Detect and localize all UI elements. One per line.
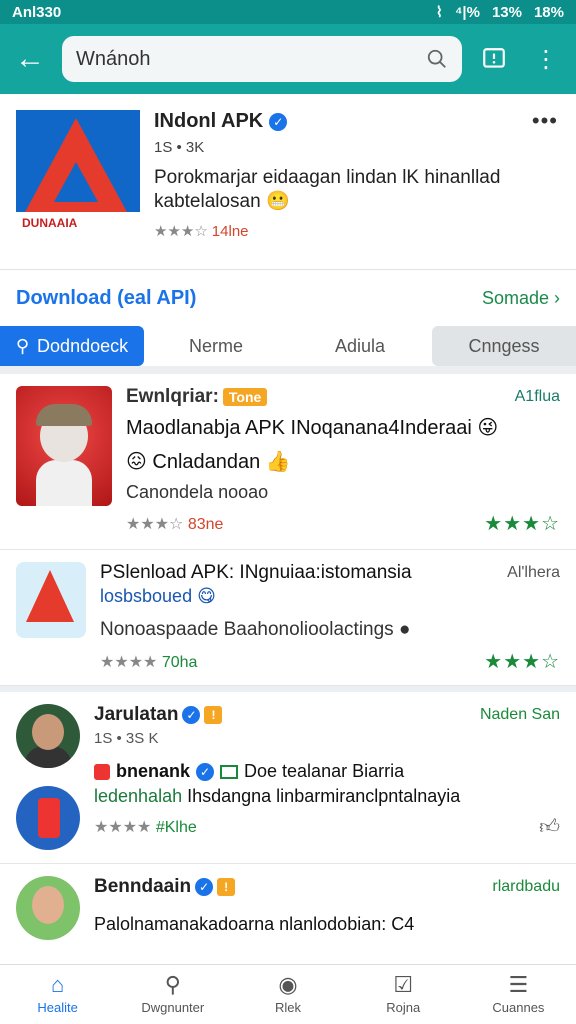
record-icon: ◉ <box>278 972 298 997</box>
app-thumbnail <box>16 562 86 638</box>
search-value: Wnánoh <box>76 47 151 70</box>
nav-reel[interactable]: ◉ Rlek <box>230 965 345 1024</box>
featured-app-card[interactable]: DUNAAIA INdonl APK ✓ 1S • 3K Porokmarjar… <box>0 94 576 270</box>
bottom-navigation: ⌂ Healite ⚲ Dwgnunter ◉ Rlek ☑ Rojna ☰ Cuanne… <box>0 964 576 1024</box>
post-author[interactable]: Jarulatan <box>94 704 178 726</box>
tab-bar: ⚲ Dodndoeck Nerme Adiula Cnngess <box>0 326 576 374</box>
menu-icon: ☰ <box>508 972 529 997</box>
search-icon: ⚲ <box>15 335 30 356</box>
star-icon: ★★★★ <box>94 819 152 836</box>
green-star-icon: ★★★☆ <box>484 513 560 535</box>
featured-title: INdonl APK <box>154 110 264 132</box>
post-card[interactable]: Jarulatan ✓ ! 1S • 3S K bnenank ✓ Doe te… <box>0 692 576 864</box>
app-avatar <box>16 786 80 850</box>
post-top-right: rlardbadu <box>492 878 560 895</box>
status-bar: Anl330 ⌇ ⁴|% 13% 18% <box>0 0 576 24</box>
nav-menu[interactable]: ☰ Cuannes <box>461 965 576 1024</box>
item-label: Ewnlqriar: <box>126 386 219 407</box>
top-app-bar: ← Wnánoh ⋮ <box>0 24 576 94</box>
item-top-right: Al'lhera <box>507 564 560 581</box>
featured-meta: 1S • 3K <box>154 139 205 156</box>
rating-row: ★★★★ #Klhe 👍︎ <box>94 815 560 839</box>
item-badge: Tone <box>222 388 268 406</box>
status-icons: ⌇ ⁴|% 13% 18% <box>435 3 564 22</box>
item-line-b: 😖 Cnladandan 👍 <box>126 451 291 473</box>
signal-text: ⁴|% <box>454 3 480 21</box>
badge-icon: ! <box>204 706 223 724</box>
battery-pct: 18% <box>533 3 564 21</box>
search-icon: ⚲ <box>164 972 181 997</box>
post-top-right: Naden San <box>479 706 560 723</box>
back-arrow-icon[interactable]: ← <box>10 39 50 79</box>
section-header: Download (eal API) Somade › <box>0 270 576 326</box>
star-icon: ★★★☆ <box>126 515 184 533</box>
post-line: Palolnamanakadoarna nlanlodobian: C4 <box>94 914 415 934</box>
section-see-more[interactable]: Somade › <box>482 288 560 309</box>
section-title[interactable]: Download (eal API) <box>16 287 196 310</box>
tab-adiula[interactable]: Adiula <box>288 326 432 366</box>
featured-rating: ★★★☆ 14lne <box>154 223 249 240</box>
item-sub: losbsboued 😋 <box>100 586 216 606</box>
verified-icon: ✓ <box>196 762 215 781</box>
wifi-icon: ⌇ <box>435 4 443 21</box>
checkbox-icon: ☑ <box>393 972 414 997</box>
avatar[interactable] <box>16 876 80 940</box>
more-horiz-icon[interactable]: ••• <box>532 108 558 134</box>
search-icon[interactable] <box>426 48 448 70</box>
rating-row: ★★★☆ 83ne ★★★☆ <box>126 513 560 535</box>
tag-icon <box>94 763 110 780</box>
item-line: Maodlanabja APK INoqanana4Inderaai 😜 <box>126 417 499 439</box>
star-icon: ★★★☆ <box>154 223 208 240</box>
avatar[interactable] <box>16 704 80 768</box>
report-icon[interactable] <box>474 39 514 79</box>
post-card[interactable]: Benndaain ✓ ! Palolnamanakadoarna nlanlo… <box>0 864 576 964</box>
item-top-right: A1flua <box>514 388 560 405</box>
green-star-icon: ★★★☆ <box>484 651 560 673</box>
star-icon: ★★★★ <box>100 653 158 671</box>
tab-download[interactable]: ⚲ Dodndoeck <box>0 326 144 366</box>
status-time: Anl330 <box>12 3 62 21</box>
post-author[interactable]: Benndaain <box>94 876 191 898</box>
verified-icon: ✓ <box>195 878 214 896</box>
nav-home[interactable]: ⌂ Healite <box>0 965 115 1024</box>
home-icon: ⌂ <box>50 972 65 997</box>
rating-row: ★★★★ 70ha ★★★☆ <box>100 651 560 673</box>
more-vert-icon[interactable]: ⋮ <box>526 39 566 79</box>
search-input[interactable]: Wnánoh <box>62 36 462 82</box>
post-line-2: ledenhalah Ihsdangna linbarmiranclpntaln… <box>94 786 461 806</box>
item-line: Nonoaspaade Baahonolioolactings ● <box>100 619 411 640</box>
app-logo: DUNAAIA <box>16 110 140 250</box>
tab-progress[interactable]: Cnngess <box>432 326 576 366</box>
nav-inbox[interactable]: ☑ Rojna <box>346 965 461 1024</box>
app-thumbnail <box>16 386 112 506</box>
list-item[interactable]: PSlenload APK: INgnuiaa:istomansia losbs… <box>0 550 576 686</box>
featured-desc: Porokmarjar eidaagan lindan lK hinanllad… <box>154 167 501 212</box>
verified-icon: ✓ <box>269 112 288 131</box>
battery-text: 13% <box>491 3 522 21</box>
item-subline: Canondela nooao <box>126 482 269 502</box>
list-item[interactable]: Ewnlqriar: Tone Maodlanabja APK INoqanan… <box>0 374 576 550</box>
thumbs-up-icon[interactable]: 👍︎ <box>539 815 560 839</box>
tab-name[interactable]: Nerme <box>144 326 288 366</box>
post-line: bnenank ✓ Doe tealanar Biarria <box>94 761 560 782</box>
verified-icon: ✓ <box>182 706 201 724</box>
nav-discover[interactable]: ⚲ Dwgnunter <box>115 965 230 1024</box>
item-title: PSlenload APK: INgnuiaa:istomansia <box>100 562 412 583</box>
tag-icon <box>220 764 239 779</box>
badge-icon: ! <box>217 878 236 896</box>
post-meta: 1S • 3S K <box>94 730 159 747</box>
